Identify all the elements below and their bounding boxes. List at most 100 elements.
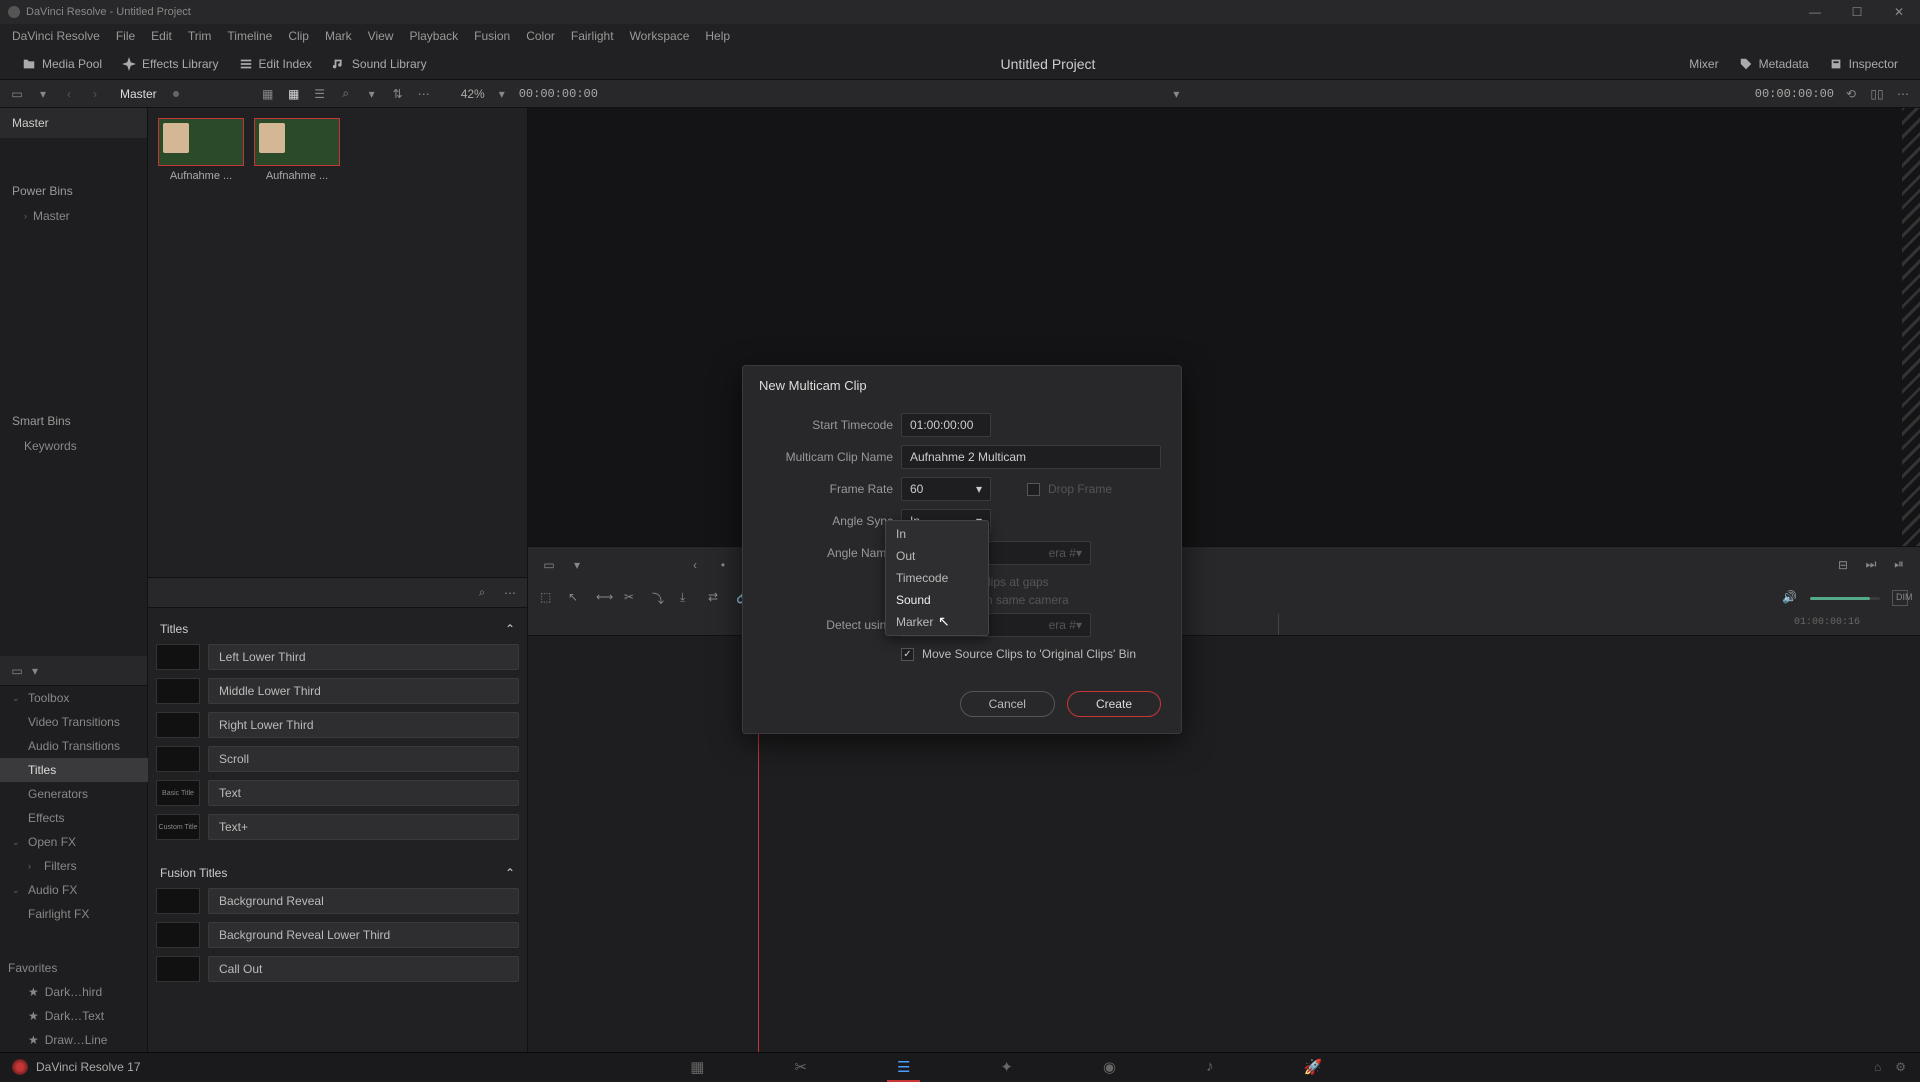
smart-bin-keywords[interactable]: Keywords: [0, 434, 147, 458]
nav-back-icon[interactable]: ‹: [60, 85, 78, 103]
fx-item[interactable]: Scroll: [156, 744, 519, 774]
insert-icon[interactable]: ⤵: [652, 590, 668, 606]
menu-workspace[interactable]: Workspace: [622, 29, 698, 43]
chevron-down-icon[interactable]: ▾: [493, 85, 511, 103]
timeline-area[interactable]: 01:00:00:16: [528, 614, 1920, 1052]
chevron-down-icon[interactable]: ▾: [26, 662, 44, 680]
menu-playback[interactable]: Playback: [401, 29, 466, 43]
overwrite-icon[interactable]: ⤓: [680, 590, 696, 606]
mixer-toggle[interactable]: Mixer: [1659, 48, 1728, 79]
close-button[interactable]: ✕: [1878, 0, 1920, 24]
power-bin-master[interactable]: ›Master: [0, 204, 147, 228]
trim-tool-icon[interactable]: ⟷: [596, 590, 612, 606]
fx-cat-audio-fx[interactable]: ⌄Audio FX: [0, 878, 148, 902]
clip-thumbnail[interactable]: Aufnahme ...: [254, 118, 340, 182]
bin-view-icon[interactable]: ▭: [8, 662, 26, 680]
match-frame-icon[interactable]: ⊟: [1834, 556, 1852, 574]
start-timecode-field[interactable]: 01:00:00:00: [901, 413, 991, 437]
fx-cat-fairlight-fx[interactable]: Fairlight FX: [0, 902, 148, 926]
metadata-toggle[interactable]: Metadata: [1729, 48, 1819, 79]
viewer-mode-icon[interactable]: ▭: [540, 556, 558, 574]
fx-item[interactable]: Left Lower Third: [156, 642, 519, 672]
sort-icon[interactable]: ⇅: [389, 85, 407, 103]
more-icon[interactable]: ⋯: [501, 584, 519, 602]
menu-file[interactable]: File: [108, 29, 143, 43]
media-pool-toggle[interactable]: Media Pool: [12, 48, 112, 79]
menu-fairlight[interactable]: Fairlight: [563, 29, 622, 43]
favorite-2[interactable]: ★ Dark…Text: [0, 1004, 148, 1028]
move-clips-checkbox[interactable]: [901, 648, 914, 661]
fx-cat-audio-transitions[interactable]: Audio Transitions: [0, 734, 148, 758]
collapse-icon[interactable]: ⌃: [505, 866, 515, 880]
create-button[interactable]: Create: [1067, 691, 1161, 717]
program-viewer[interactable]: [528, 108, 1920, 546]
blade-tool-icon[interactable]: ✂: [624, 590, 640, 606]
fx-group-fusion-titles[interactable]: Fusion Titles⌃: [156, 860, 519, 886]
fx-item[interactable]: Middle Lower Third: [156, 676, 519, 706]
bin-master-header[interactable]: Master: [0, 108, 147, 138]
fx-cat-effects[interactable]: Effects: [0, 806, 148, 830]
clip-thumb-2[interactable]: [254, 118, 340, 166]
menu-color[interactable]: Color: [518, 29, 563, 43]
fairlight-page-tab[interactable]: ♪: [1206, 1058, 1214, 1076]
favorite-3[interactable]: ★ Draw…Line: [0, 1028, 148, 1052]
fx-cat-video-transitions[interactable]: Video Transitions: [0, 710, 148, 734]
settings-icon[interactable]: ⚙: [1895, 1060, 1906, 1074]
fusion-page-tab[interactable]: ✦: [1000, 1058, 1013, 1076]
edit-page-tab[interactable]: ☰: [897, 1058, 910, 1076]
list-view-icon[interactable]: ☰: [311, 85, 329, 103]
fx-item[interactable]: Background Reveal: [156, 886, 519, 916]
dropdown-item-marker[interactable]: Marker: [886, 611, 988, 633]
clip-thumb-1[interactable]: [158, 118, 244, 166]
nav-fwd-icon[interactable]: ›: [86, 85, 104, 103]
menu-mark[interactable]: Mark: [317, 29, 360, 43]
color-page-tab[interactable]: ◉: [1103, 1058, 1116, 1076]
menu-timeline[interactable]: Timeline: [219, 29, 280, 43]
menu-help[interactable]: Help: [697, 29, 738, 43]
dual-view-icon[interactable]: ▯▯: [1868, 85, 1886, 103]
out-icon[interactable]: ⏯: [1890, 556, 1908, 574]
menu-trim[interactable]: Trim: [180, 29, 220, 43]
dim-icon[interactable]: DIM: [1892, 590, 1908, 606]
cancel-button[interactable]: Cancel: [960, 691, 1055, 717]
more-icon[interactable]: ⋯: [415, 85, 433, 103]
chevron-down-icon[interactable]: ▾: [568, 556, 586, 574]
filmstrip-view-icon[interactable]: ▦: [259, 85, 277, 103]
clip-thumbnail[interactable]: Aufnahme ...: [158, 118, 244, 182]
replace-icon[interactable]: ⇄: [708, 590, 724, 606]
fx-item[interactable]: Basic TitleText: [156, 778, 519, 808]
fx-item[interactable]: Right Lower Third: [156, 710, 519, 740]
frame-rate-select[interactable]: 60▾: [901, 477, 991, 501]
dropdown-item-timecode[interactable]: Timecode: [886, 567, 988, 589]
maximize-button[interactable]: ☐: [1836, 0, 1878, 24]
deliver-page-tab[interactable]: 🚀: [1304, 1058, 1323, 1076]
fx-item[interactable]: Background Reveal Lower Third: [156, 920, 519, 950]
minimize-button[interactable]: —: [1794, 0, 1836, 24]
menu-app[interactable]: DaVinci Resolve: [4, 29, 108, 43]
timeline-ruler[interactable]: 01:00:00:16: [528, 614, 1920, 636]
sound-library-toggle[interactable]: Sound Library: [322, 48, 437, 79]
fx-cat-generators[interactable]: Generators: [0, 782, 148, 806]
chevron-down-icon[interactable]: ▾: [34, 85, 52, 103]
zoom-percent[interactable]: 42%: [461, 87, 485, 101]
home-icon[interactable]: ⌂: [1874, 1060, 1881, 1074]
search-icon[interactable]: ⌕: [337, 85, 355, 103]
more-icon[interactable]: ⋯: [1894, 85, 1912, 103]
search-icon[interactable]: ⌕: [473, 584, 491, 602]
chevron-down-icon[interactable]: ▾: [1167, 85, 1185, 103]
fx-cat-toolbox[interactable]: ⌄Toolbox: [0, 686, 148, 710]
dropdown-item-in[interactable]: In: [886, 523, 988, 545]
prev-edit-icon[interactable]: ‹: [686, 556, 704, 574]
cut-page-tab[interactable]: ✂: [794, 1058, 807, 1076]
fx-cat-titles[interactable]: Titles: [0, 758, 148, 782]
fx-group-titles[interactable]: Titles⌃: [156, 616, 519, 642]
menu-edit[interactable]: Edit: [143, 29, 180, 43]
jog-dot-icon[interactable]: •: [714, 556, 732, 574]
bin-view-icon[interactable]: ▭: [8, 85, 26, 103]
fx-item[interactable]: Custom TitleText+: [156, 812, 519, 842]
effects-library-toggle[interactable]: Effects Library: [112, 48, 228, 79]
fx-item[interactable]: Call Out: [156, 954, 519, 984]
media-page-tab[interactable]: ▦: [690, 1058, 704, 1076]
volume-slider[interactable]: [1810, 597, 1880, 600]
thumb-view-icon[interactable]: ▦: [285, 85, 303, 103]
